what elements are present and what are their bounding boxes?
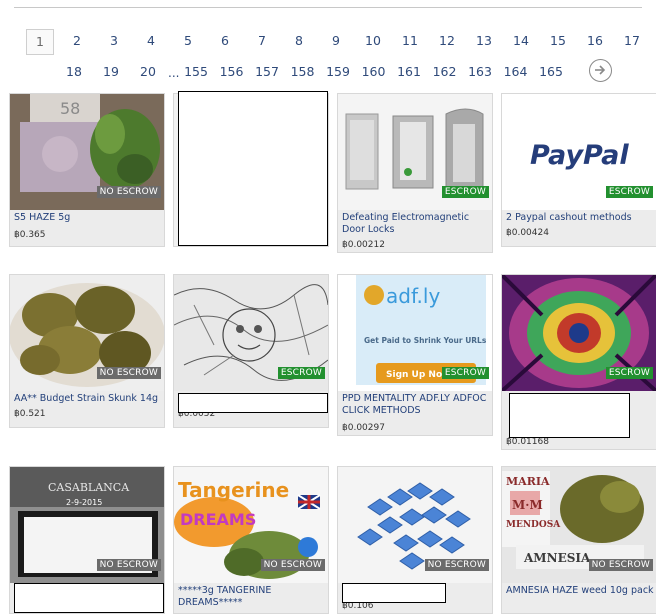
listing-thumbnail[interactable]: NO ESCROW [10,275,164,391]
page-link-12[interactable]: 12 [433,29,461,53]
listing-thumbnail[interactable]: 58 NO ESCROW [10,94,164,210]
no-escrow-badge: NO ESCROW [96,186,161,198]
page-link-8[interactable]: 8 [285,29,313,53]
escrow-badge: ESCROW [277,367,325,379]
redacted-block [178,91,328,246]
listing-thumbnail[interactable]: adf.ly Get Paid to Shrink Your URLs Sign… [338,275,492,391]
listing-thumbnail[interactable]: MARIA M·M MENDOSA AMNESIA NO ESCROW [502,467,656,583]
page-link-14[interactable]: 14 [507,29,535,53]
page-link-17[interactable]: 17 [618,29,646,53]
escrow-badge: ESCROW [441,186,489,198]
listing-price: ฿0.365 [14,230,46,240]
pagination-ellipsis: ... [168,66,180,80]
no-escrow-badge: NO ESCROW [588,559,653,571]
page-link-2[interactable]: 2 [63,29,91,53]
listing-card[interactable]: PayPal ESCROW 2 Paypal cashout methods ฿… [501,93,656,247]
listing-thumbnail[interactable]: Tangerine DREAMS NO ESCROW [174,467,328,583]
listing-price: ฿0.01168 [506,437,549,447]
listing-title[interactable]: AMNESIA HAZE weed 10g pack [506,585,656,597]
listing-card[interactable]: ESCROW ฿0.0052 [173,274,329,428]
page-link-159[interactable]: 159 [324,60,352,84]
page-link-5[interactable]: 5 [174,29,202,53]
listing-thumbnail[interactable]: ESCROW [338,94,492,210]
page-link-20[interactable]: 20 [134,60,162,84]
page-link-18[interactable]: 18 [60,60,88,84]
escrow-badge: ESCROW [441,367,489,379]
listing-title[interactable]: S5 HAZE 5g [14,212,164,224]
listing-thumbnail[interactable]: ESCROW [174,275,328,391]
listing-title[interactable]: 2 Paypal cashout methods [506,212,656,224]
listing-price: ฿0.521 [14,409,46,419]
page-link-15[interactable]: 15 [544,29,572,53]
adfly-tagline: Get Paid to Shrink Your URLs [364,336,487,345]
redacted-block [342,583,446,603]
page-link-163[interactable]: 163 [466,60,494,84]
redacted-block [14,583,164,613]
page-link-158[interactable]: 158 [289,60,317,84]
page-link-4[interactable]: 4 [137,29,165,53]
page-link-13[interactable]: 13 [470,29,498,53]
thumb-sub: DREAMS [180,510,256,529]
svg-text:M·M: M·M [512,498,543,512]
listing-thumbnail[interactable]: ESCROW [502,275,656,391]
page-link-157[interactable]: 157 [253,60,281,84]
listing-card[interactable]: NO ESCROW AA** Budget Strain Skunk 14g ฿… [9,274,165,428]
listing-card[interactable]: 58 NO ESCROW S5 HAZE 5g ฿0.365 [9,93,165,247]
page-link-9[interactable]: 9 [322,29,350,53]
listing-title[interactable]: AA** Budget Strain Skunk 14g [14,393,164,405]
page-link-155[interactable]: 155 [182,60,210,84]
listing-price: ฿0.00424 [506,228,549,238]
adfly-logo: adf.ly [386,284,440,308]
listing-card[interactable] [173,91,329,247]
thumb-date: 2-9-2015 [66,498,102,507]
page-link-162[interactable]: 162 [431,60,459,84]
escrow-badge: ESCROW [605,367,653,379]
escrow-badge: ESCROW [605,186,653,198]
pagination: 1 2 3 4 5 6 7 8 9 10 11 12 13 14 15 16 17 18 19 20 ... 155… [0,0,656,90]
adfly-signup: Sign Up Now [386,370,450,380]
listing-price: ฿0.00212 [342,240,385,250]
thumb-sub: MENDOSA [506,520,561,530]
listing-card[interactable]: MARIA M·M MENDOSA AMNESIA NO ESCROW AMNE… [501,466,656,614]
thumb-label: AMNESIA [523,551,591,565]
listing-card[interactable]: NO ESCROW ฿0.106 [337,466,493,614]
listing-title[interactable]: Defeating Electromagnetic Door Locks [342,212,492,236]
page-link-161[interactable]: 161 [395,60,423,84]
next-page-arrow-icon[interactable] [589,59,612,82]
page-link-3[interactable]: 3 [100,29,128,53]
listing-thumbnail[interactable]: NO ESCROW [338,467,492,583]
page-link-10[interactable]: 10 [359,29,387,53]
page-link-160[interactable]: 160 [360,60,388,84]
page-link-11[interactable]: 11 [396,29,424,53]
listing-price: ฿0.00297 [342,423,385,433]
paypal-logo: PayPal [530,140,629,171]
thumb-text: Tangerine [178,478,289,502]
listing-title[interactable]: *****3g TANGERINE DREAMS***** [178,585,328,609]
listing-thumbnail[interactable]: CASABLANCA 2-9-2015 NO ESCROW [10,467,164,583]
listing-card[interactable]: Tangerine DREAMS NO ESCROW *****3g TANGE… [173,466,329,614]
page-link-164[interactable]: 164 [502,60,530,84]
redacted-block [178,393,328,413]
no-escrow-badge: NO ESCROW [96,559,161,571]
thumb-text: 58 [60,99,80,118]
listing-card[interactable]: adf.ly Get Paid to Shrink Your URLs Sign… [337,274,493,436]
thumb-text: CASABLANCA [48,481,130,494]
listing-title[interactable]: PPD MENTALITY ADF.LY ADFOC CLICK METHODS [342,393,492,417]
page-link-19[interactable]: 19 [97,60,125,84]
listing-card[interactable]: ESCROW Defeating Electromagnetic Door Lo… [337,93,493,253]
no-escrow-badge: NO ESCROW [260,559,325,571]
redacted-block [509,393,630,438]
page-link-165[interactable]: 165 [537,60,565,84]
listing-thumbnail[interactable]: PayPal ESCROW [502,94,656,210]
thumb-text: MARIA [506,475,550,488]
page-link-7[interactable]: 7 [248,29,276,53]
page-link-16[interactable]: 16 [581,29,609,53]
page-link-156[interactable]: 156 [218,60,246,84]
no-escrow-badge: NO ESCROW [424,559,489,571]
listing-card[interactable]: ESCROW ฿0.01168 [501,274,656,450]
listing-card[interactable]: CASABLANCA 2-9-2015 NO ESCROW [9,466,165,614]
page-link-6[interactable]: 6 [211,29,239,53]
page-link-1[interactable]: 1 [26,29,54,55]
no-escrow-badge: NO ESCROW [96,367,161,379]
